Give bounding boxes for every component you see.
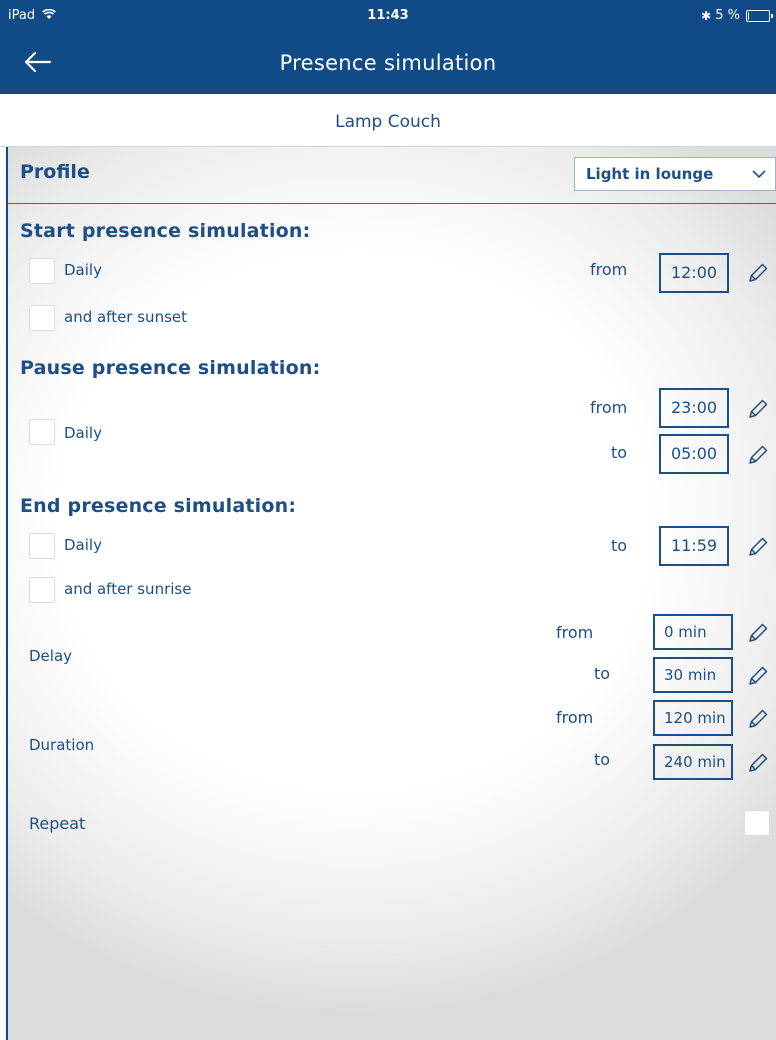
duration-to-field[interactable]: 240 min [653,744,733,780]
profile-row: Profile Light in lounge [8,147,776,204]
end-daily-label: Daily [64,536,102,554]
end-after-sunrise-checkbox[interactable] [29,577,55,603]
start-daily-label: Daily [64,261,102,279]
pause-section-title: Pause presence simulation: [20,357,321,379]
battery-fill [748,11,749,20]
edit-duration-from-pencil-icon[interactable] [746,707,770,731]
delay-to-field[interactable]: 30 min [653,657,733,693]
chevron-down-icon [752,170,766,179]
duration-to-label: to [594,750,611,769]
end-to-time-field[interactable]: 11:59 [659,526,729,566]
pause-to-time-field[interactable]: 05:00 [659,434,729,474]
pause-to-label: to [611,443,628,462]
start-after-sunset-label: and after sunset [64,308,187,326]
battery-percentage: 5 % [715,8,740,23]
edit-pause-from-pencil-icon[interactable] [746,397,770,421]
duration-label: Duration [29,736,95,754]
repeat-checkbox[interactable] [744,810,770,836]
status-bar: iPad 11:43 ✱ 5 % [0,0,776,32]
edit-end-to-pencil-icon[interactable] [746,535,770,559]
pause-from-label: from [590,398,628,417]
edit-duration-to-pencil-icon[interactable] [746,751,770,775]
nav-bar: Presence simulation [0,32,776,94]
battery-status: ✱ 5 % [701,8,773,23]
profile-label: Profile [20,161,90,183]
page-title: Presence simulation [279,51,497,75]
pause-daily-label: Daily [64,424,102,442]
bluetooth-icon: ✱ [701,8,712,23]
pause-daily-checkbox[interactable] [29,419,55,445]
delay-to-label: to [594,664,611,683]
duration-from-field[interactable]: 120 min [653,700,733,736]
start-from-label: from [590,260,628,279]
delay-from-label: from [556,623,594,642]
start-section-title: Start presence simulation: [20,220,311,242]
end-daily-checkbox[interactable] [29,533,55,559]
repeat-label: Repeat [29,814,86,833]
end-to-label: to [611,536,628,555]
duration-from-label: from [556,708,594,727]
edit-start-from-pencil-icon[interactable] [746,261,770,285]
status-time: 11:43 [367,8,409,23]
edit-delay-from-pencil-icon[interactable] [746,621,770,645]
delay-from-field[interactable]: 0 min [653,614,733,650]
profile-selected-value: Light in lounge [586,165,714,183]
pause-from-time-field[interactable]: 23:00 [659,388,729,428]
start-daily-checkbox[interactable] [29,258,55,284]
end-after-sunrise-label: and after sunrise [64,580,192,598]
profile-dropdown[interactable]: Light in lounge [574,157,776,191]
device-name: Lamp Couch [0,94,776,147]
delay-label: Delay [29,647,73,665]
edit-delay-to-pencil-icon[interactable] [746,664,770,688]
start-from-time-field[interactable]: 12:00 [659,253,729,293]
battery-icon [746,9,773,22]
start-after-sunset-checkbox[interactable] [29,305,55,331]
end-section-title: End presence simulation: [20,495,297,517]
edit-pause-to-pencil-icon[interactable] [746,443,770,467]
settings-panel: Profile Light in lounge Start presence s… [6,147,776,1040]
